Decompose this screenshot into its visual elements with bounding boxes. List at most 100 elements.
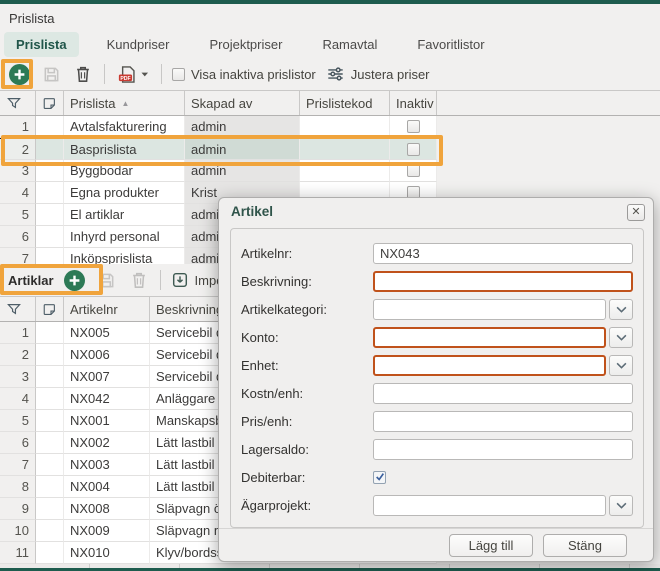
row-number-cell: 2 [0, 344, 36, 366]
article-number-cell: NX004 [64, 476, 150, 498]
close-button[interactable]: Stäng [543, 534, 627, 557]
field-label-beskrivning: Beskrivning: [241, 274, 373, 289]
inactive-cell [390, 139, 437, 160]
row-number-cell: 9 [0, 498, 36, 520]
toolbar-separator [104, 64, 105, 84]
row-number-cell: 1 [0, 322, 36, 344]
dialog-close-button[interactable]: ✕ [627, 204, 645, 221]
filter-header-cell[interactable] [0, 91, 36, 115]
dialog-field-group: Artikelnr: Beskrivning: Artikelkategori:… [230, 228, 644, 528]
dialog-title: Artikel [231, 204, 273, 219]
artikelkategori-dropdown-button[interactable] [609, 299, 633, 320]
note-cell [36, 344, 64, 366]
inactive-checkbox[interactable] [407, 143, 420, 156]
row-number-cell: 7 [0, 454, 36, 476]
pris-enh-input[interactable] [373, 411, 633, 432]
inactive-checkbox[interactable] [407, 164, 420, 177]
note-cell [36, 204, 64, 226]
created-by-cell: admin [185, 139, 300, 160]
save-article-button[interactable] [96, 269, 118, 291]
plus-icon [9, 64, 30, 85]
note-icon [42, 96, 57, 111]
note-cell [36, 520, 64, 542]
tab[interactable]: Favoritlistor [405, 32, 496, 57]
column-header-artikelnr[interactable]: Artikelnr [64, 297, 150, 321]
filter-icon [6, 301, 22, 317]
column-header-prislista[interactable]: Prislista ▲ [64, 91, 185, 115]
tab[interactable]: Projektpriser [197, 32, 294, 57]
show-inactive-checkbox-group: Visa inaktiva prislistor [172, 67, 316, 82]
import-icon [171, 271, 189, 289]
pdf-export-icon: PDF [117, 65, 149, 84]
trash-icon [74, 65, 92, 83]
pricelist-row[interactable]: 3 Byggbodar admin [0, 160, 437, 182]
show-inactive-checkbox[interactable] [172, 68, 185, 81]
note-cell [36, 160, 64, 182]
delete-pricelist-button[interactable] [72, 63, 94, 85]
field-label-pris-enh: Pris/enh: [241, 414, 373, 429]
pricelist-row[interactable]: 1 Avtalsfakturering admin [0, 116, 437, 138]
add-article-button[interactable] [64, 269, 86, 291]
article-number-cell: NX007 [64, 366, 150, 388]
article-number-cell: NX005 [64, 322, 150, 344]
debiterbar-checkbox[interactable] [373, 471, 386, 484]
articles-section-label: Artiklar [8, 273, 54, 288]
enhet-select[interactable] [373, 355, 606, 376]
note-cell [36, 248, 64, 264]
pricelist-name-cell: El artiklar [64, 204, 185, 226]
column-header-skapad-av[interactable]: Skapad av [185, 91, 300, 115]
enhet-dropdown-button[interactable] [609, 355, 633, 376]
pricelist-row[interactable]: 2 Basprislista admin [0, 138, 437, 160]
save-icon [42, 65, 61, 84]
filter-header-cell[interactable] [0, 297, 36, 321]
agarprojekt-dropdown-button[interactable] [609, 495, 633, 516]
tab[interactable]: Kundpriser [95, 32, 182, 57]
kostn-enh-input[interactable] [373, 383, 633, 404]
chevron-down-icon [616, 502, 627, 509]
beskrivning-input[interactable] [373, 271, 633, 292]
article-number-cell: NX006 [64, 344, 150, 366]
tab-bar: Prislista Kundpriser Projektpriser Ramav… [4, 31, 497, 57]
delete-article-button[interactable] [128, 269, 150, 291]
note-cell [36, 432, 64, 454]
note-cell [36, 139, 64, 160]
pricelist-name-cell: Avtalsfakturering [64, 116, 185, 138]
row-number-cell: 11 [0, 542, 36, 564]
row-number-cell: 3 [0, 160, 36, 182]
note-cell [36, 322, 64, 344]
pricelist-code-cell [300, 139, 390, 160]
konto-dropdown-button[interactable] [609, 327, 633, 348]
adjust-prices-button[interactable]: Justera priser [326, 65, 430, 83]
tab[interactable]: Ramavtal [310, 32, 389, 57]
note-header-cell [36, 297, 64, 321]
inactive-cell [390, 116, 437, 138]
window-title: Prislista [9, 11, 55, 26]
column-header-prislistekod[interactable]: Prislistekod [300, 91, 390, 115]
article-number-cell: NX010 [64, 542, 150, 564]
note-cell [36, 388, 64, 410]
lagersaldo-input[interactable] [373, 439, 633, 460]
plus-icon [64, 270, 85, 291]
column-header-empty [437, 91, 660, 115]
column-header-inaktiv[interactable]: Inaktiv [390, 91, 437, 115]
toolbar-separator [160, 270, 161, 290]
agarprojekt-select[interactable] [373, 495, 606, 516]
row-number-cell: 6 [0, 432, 36, 454]
row-number-cell: 4 [0, 388, 36, 410]
chevron-down-icon [616, 362, 627, 369]
note-icon [42, 302, 57, 317]
note-cell [36, 476, 64, 498]
show-inactive-label: Visa inaktiva prislistor [191, 67, 316, 82]
save-pricelist-button[interactable] [40, 63, 62, 85]
add-button[interactable]: Lägg till [449, 534, 533, 557]
note-cell [36, 226, 64, 248]
add-pricelist-button[interactable] [8, 63, 30, 85]
tab[interactable]: Prislista [4, 32, 79, 57]
export-pdf-button[interactable]: PDF [115, 63, 151, 85]
close-icon: ✕ [631, 207, 640, 218]
konto-select[interactable] [373, 327, 606, 348]
inactive-checkbox[interactable] [407, 120, 420, 133]
field-label-kostn-enh: Kostn/enh: [241, 386, 373, 401]
artikelkategori-select[interactable] [373, 299, 606, 320]
artikelnr-input[interactable] [373, 243, 633, 264]
